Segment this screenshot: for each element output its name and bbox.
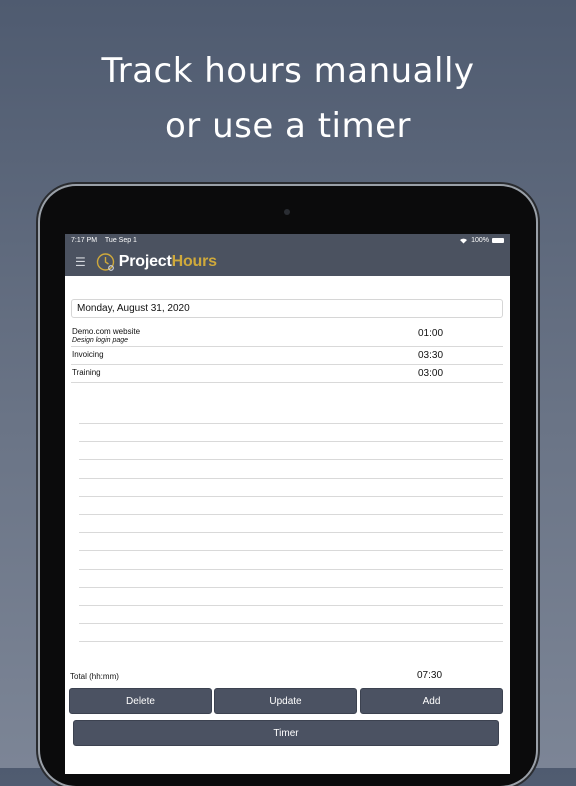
empty-row-divider — [79, 423, 503, 441]
empty-row-divider — [79, 604, 503, 623]
empty-row-divider — [79, 641, 503, 643]
entry-name: Training — [72, 368, 101, 377]
empty-rows — [79, 423, 503, 643]
timer-button[interactable]: Timer — [73, 720, 499, 746]
empty-row-divider — [79, 550, 503, 568]
entry-name: Invoicing — [72, 350, 104, 359]
empty-row-divider — [79, 477, 503, 496]
battery-icon — [492, 238, 504, 243]
total-label: Total (hh:mm) — [70, 672, 119, 681]
promo-line-1: Track hours manually — [101, 51, 475, 91]
status-bar: 7:17 PM Tue Sep 1 100% — [65, 234, 510, 247]
clock-logo-icon — [96, 252, 114, 271]
entry-time: 01:00 — [418, 328, 444, 339]
empty-row-divider — [79, 532, 503, 550]
update-button[interactable]: Update — [214, 688, 357, 714]
delete-button[interactable]: Delete — [69, 688, 212, 714]
status-date: Tue Sep 1 — [104, 237, 137, 244]
empty-row-divider — [79, 459, 503, 477]
entry-time: 03:30 — [418, 350, 444, 361]
front-camera — [284, 209, 290, 215]
entry-row[interactable]: Invoicing 03:30 — [71, 347, 503, 365]
app-brand: ProjectHours — [119, 253, 217, 271]
brand-hours: Hours — [171, 252, 217, 270]
empty-row-divider — [79, 513, 503, 532]
entry-name: Demo.com website — [72, 327, 141, 336]
entry-row[interactable]: Training 03:00 — [71, 365, 503, 383]
empty-row-divider — [79, 495, 503, 514]
wifi-icon — [460, 238, 468, 244]
hamburger-menu-icon[interactable]: ☰ — [75, 256, 86, 268]
empty-row-divider — [79, 441, 503, 459]
empty-row-divider — [79, 623, 503, 641]
entry-description: Design login page — [72, 337, 129, 344]
total-value: 07:30 — [417, 670, 443, 681]
promo-headline: Track hours manually or use a timer — [0, 44, 576, 154]
empty-row-divider — [79, 568, 503, 587]
status-time: 7:17 PM — [71, 237, 98, 244]
entry-list: Demo.com website Design login page 01:00… — [71, 321, 503, 383]
date-picker-field[interactable]: Monday, August 31, 2020 — [71, 299, 503, 318]
entry-time: 03:00 — [418, 368, 444, 379]
battery-percent: 100% — [471, 237, 489, 244]
add-button[interactable]: Add — [360, 688, 503, 714]
empty-row-divider — [79, 586, 503, 605]
promo-line-2: or use a timer — [164, 106, 411, 146]
entry-row[interactable]: Demo.com website Design login page 01:00 — [71, 321, 503, 347]
app-toolbar: ☰ ProjectHours — [65, 247, 510, 276]
brand-project: Project — [118, 252, 172, 270]
app-screen: 7:17 PM Tue Sep 1 100% ☰ ProjectHours Mo… — [65, 234, 510, 774]
